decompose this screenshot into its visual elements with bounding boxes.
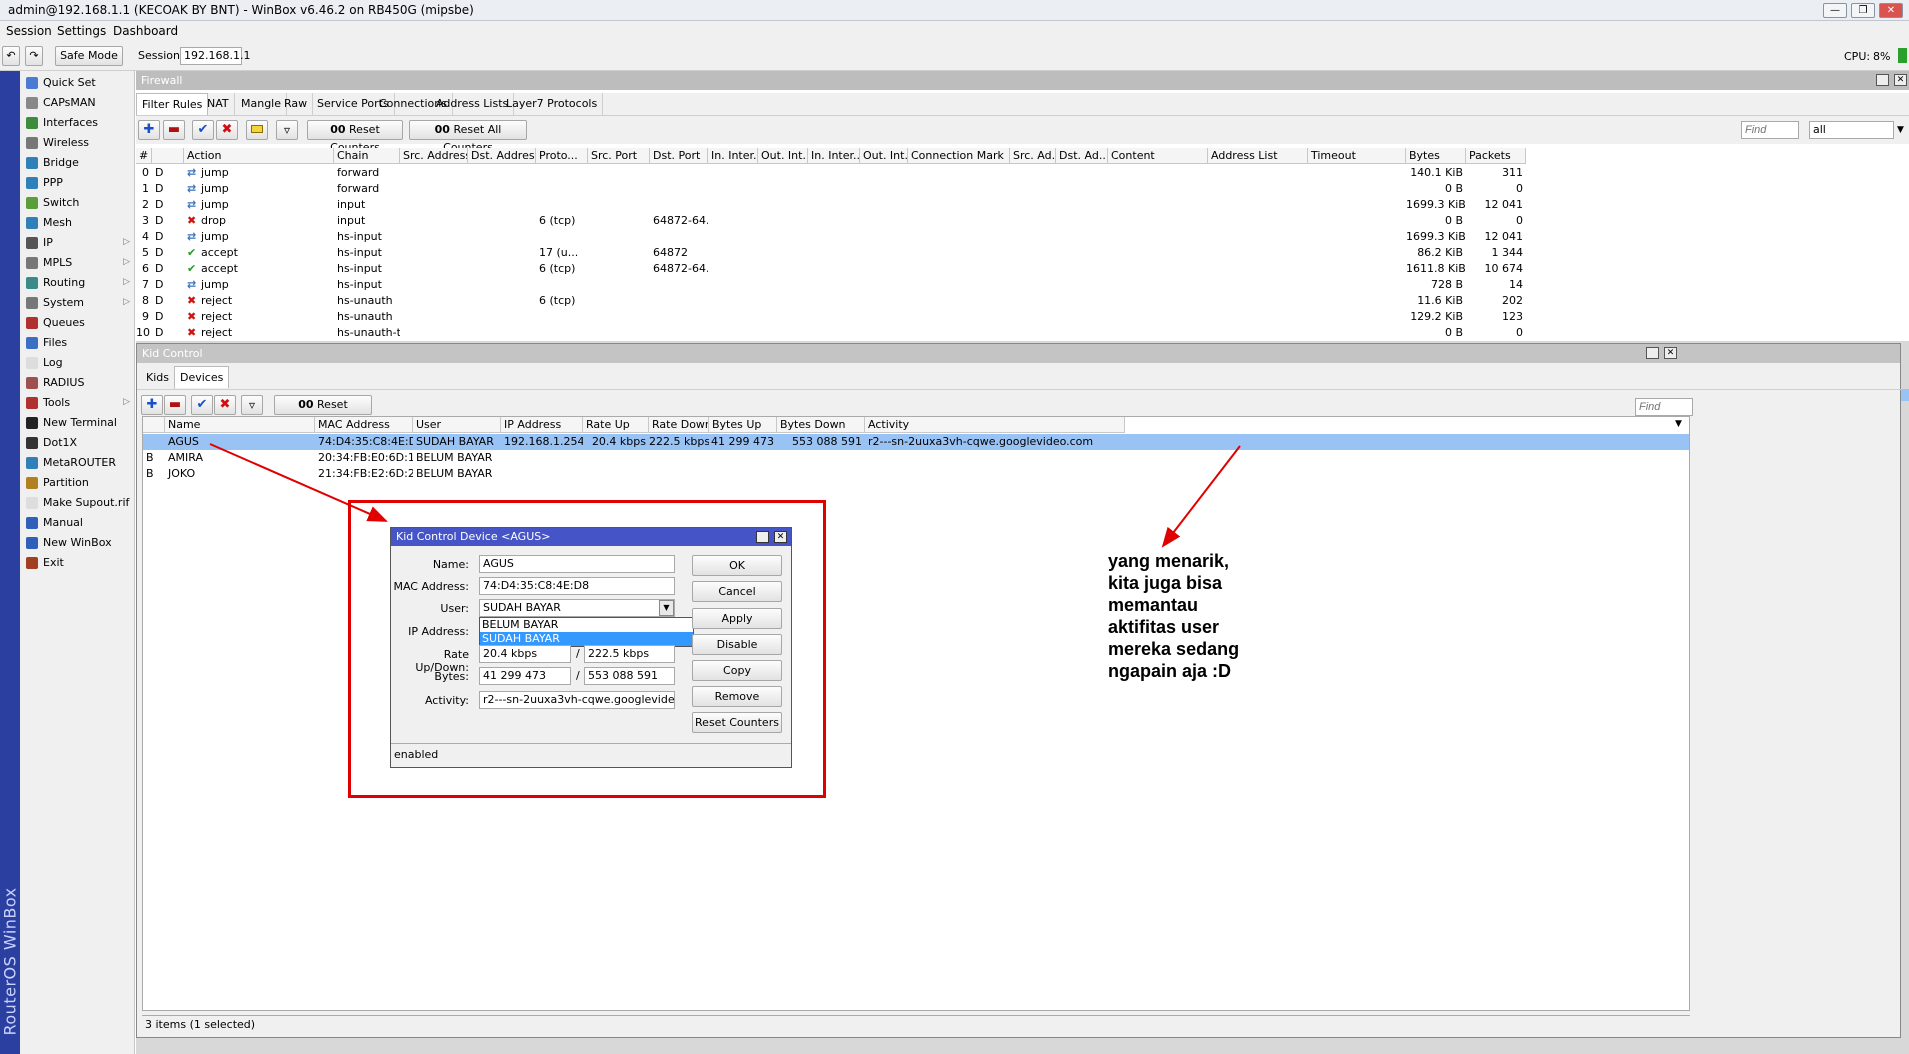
- note-line: yang menarik,: [1108, 551, 1230, 571]
- arrow-to-dialog: [209, 443, 388, 522]
- note-line: mereka sedang: [1108, 639, 1240, 659]
- note-line: kita juga bisa: [1108, 573, 1223, 593]
- note-line: aktifitas user: [1108, 617, 1220, 637]
- annotation-arrows: [209, 443, 1241, 548]
- note-line: memantau: [1108, 595, 1199, 615]
- arrow-to-activity: [1161, 445, 1241, 548]
- note-line: ngapain aja :D: [1108, 661, 1232, 681]
- annotation-note: yang menarik, kita juga bisa memantau aktif…: [1108, 550, 1239, 682]
